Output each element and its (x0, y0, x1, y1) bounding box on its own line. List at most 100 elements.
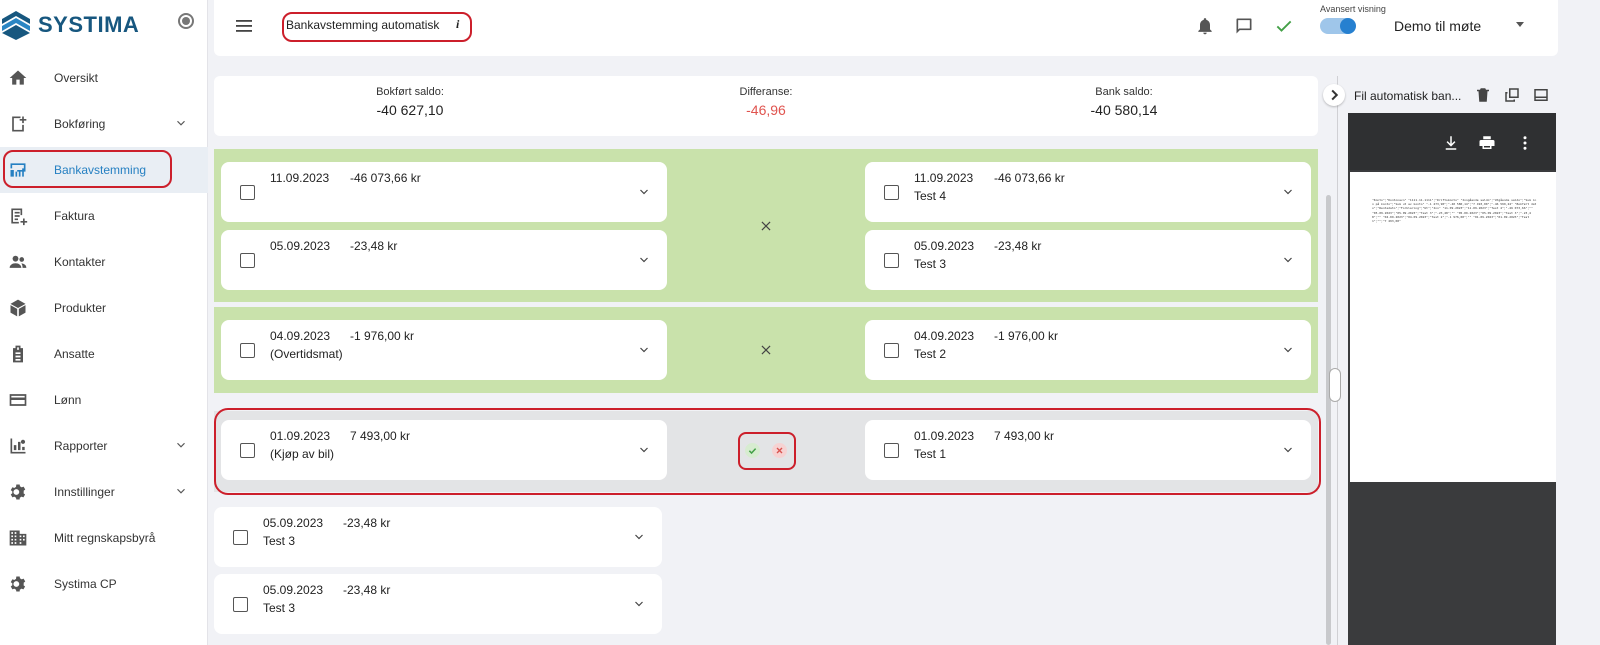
close-icon (776, 447, 783, 454)
row-checkbox[interactable] (884, 343, 899, 358)
scrollbar-thumb[interactable] (1326, 195, 1331, 645)
sidebar-item-label: Innstillinger (54, 485, 115, 499)
row-date: 11.09.2023 (914, 171, 974, 185)
bank-row[interactable]: 05.09.2023 -23,48 kr Test 3 (865, 230, 1311, 290)
row-date: 05.09.2023 (263, 516, 324, 530)
chevron-down-icon[interactable] (633, 598, 645, 610)
ledger-row[interactable]: 05.09.2023 -23,48 kr (221, 230, 667, 290)
more-vertical-icon[interactable] (1516, 134, 1534, 152)
sidebar-item-label: Mitt regnskapsbyrå (54, 531, 156, 545)
chevron-down-icon[interactable] (633, 531, 645, 543)
reject-match-button[interactable] (772, 443, 787, 458)
sidebar-item-oversikt[interactable]: Oversikt (0, 55, 208, 101)
chat-icon[interactable] (1234, 16, 1254, 36)
chevron-down-icon[interactable] (1282, 254, 1294, 266)
row-checkbox[interactable] (233, 597, 248, 612)
download-icon[interactable] (1442, 134, 1460, 152)
ledger-row[interactable]: 04.09.2023 -1 976,00 kr (Overtidsmat) (221, 320, 667, 380)
panel-divider (1337, 76, 1338, 645)
chevron-down-icon[interactable] (174, 484, 188, 498)
bell-icon[interactable] (1195, 16, 1215, 36)
sidebar-item-label: Bokføring (54, 117, 106, 131)
bank-row[interactable]: 11.09.2023 -46 073,66 kr Test 4 (865, 162, 1311, 222)
row-checkbox[interactable] (240, 185, 255, 200)
row-amount: -1 976,00 kr (994, 329, 1059, 343)
chevron-down-icon[interactable] (174, 116, 188, 130)
trash-icon[interactable] (1474, 86, 1492, 104)
row-date: 05.09.2023 (270, 239, 331, 253)
row-amount: -1 976,00 kr (350, 329, 415, 343)
row-date: 05.09.2023 (914, 239, 975, 253)
chevron-down-icon[interactable] (638, 254, 650, 266)
chevron-down-icon[interactable] (1282, 344, 1294, 356)
row-description: Test 3 (263, 601, 296, 615)
sidebar-item-lonn[interactable]: Lønn (0, 377, 208, 423)
sidebar-item-bokforing[interactable]: Bokføring (0, 101, 208, 147)
office-icon (9, 530, 27, 546)
sidebar-item-label: Systima CP (54, 577, 117, 591)
row-description: Test 3 (263, 534, 296, 548)
bank-row[interactable]: 04.09.2023 -1 976,00 kr Test 2 (865, 320, 1311, 380)
accept-match-button[interactable] (745, 443, 760, 458)
chevron-down-icon[interactable] (174, 438, 188, 452)
menu-icon[interactable] (236, 18, 254, 34)
row-checkbox[interactable] (240, 253, 255, 268)
sidebar-item-kontakter[interactable]: Kontakter (0, 239, 208, 285)
balance-summary: Bokført saldo: -40 627,10 Differanse: -4… (214, 76, 1318, 136)
systima-logo-icon (2, 11, 30, 40)
row-amount: -23,48 kr (994, 239, 1042, 253)
reports-icon (10, 438, 26, 454)
collapse-panel-button[interactable] (1323, 84, 1345, 106)
row-description: Test 2 (914, 347, 947, 361)
unmatch-x-icon[interactable] (759, 219, 773, 233)
logo-text: SYSTIMA (38, 12, 140, 37)
unmatched-row[interactable]: 05.09.2023 -23,48 kr Test 3 (214, 507, 662, 567)
sidebar-item-innstillinger[interactable]: Innstillinger (0, 469, 208, 515)
sidebar-item-label: Faktura (54, 209, 95, 223)
company-selector[interactable]: Demo til møte (1394, 18, 1481, 34)
check-icon[interactable] (1274, 16, 1294, 36)
invoice-icon (11, 208, 28, 226)
row-amount: -23,48 kr (343, 583, 391, 597)
caret-down-icon[interactable] (1516, 22, 1524, 27)
sidebar-item-rapporter[interactable]: Rapporter (0, 423, 208, 469)
sidebar-item-mitt-regnskapsbyra[interactable]: Mitt regnskapsbyrå (0, 515, 208, 561)
sidebar-item-faktura[interactable]: Faktura (0, 193, 208, 239)
chevron-down-icon[interactable] (638, 186, 650, 198)
sidebar-item-label: Rapporter (54, 439, 108, 453)
dock-bottom-icon[interactable] (1532, 86, 1550, 104)
unmatched-row[interactable]: 05.09.2023 -23,48 kr Test 3 (214, 574, 662, 634)
sidebar-item-label: Ansatte (54, 347, 95, 361)
logo[interactable]: SYSTIMA (0, 8, 208, 42)
sidebar-item-produkter[interactable]: Produkter (0, 285, 208, 331)
print-icon[interactable] (1478, 134, 1496, 152)
ledger-row[interactable]: 11.09.2023 -46 073,66 kr (221, 162, 667, 222)
sidebar: SYSTIMA Oversikt Bokføring Bankavstemmin… (0, 0, 208, 645)
sidebar-item-systima-cp[interactable]: Systima CP (0, 561, 208, 607)
chevron-down-icon[interactable] (1282, 186, 1294, 198)
row-amount: -23,48 kr (343, 516, 391, 530)
row-checkbox[interactable] (240, 343, 255, 358)
row-checkbox[interactable] (884, 253, 899, 268)
advanced-view-toggle[interactable] (1320, 18, 1356, 34)
row-description: Test 4 (914, 189, 947, 203)
row-checkbox[interactable] (233, 530, 248, 545)
unmatch-x-icon[interactable] (759, 343, 773, 357)
copy-window-icon[interactable] (1503, 86, 1521, 104)
row-checkbox[interactable] (884, 185, 899, 200)
toggle-knob (1340, 18, 1356, 34)
box-icon (10, 299, 26, 317)
difference-value: -46,96 (746, 102, 786, 118)
info-icon[interactable]: i (456, 17, 459, 32)
row-amount: -23,48 kr (350, 239, 398, 253)
bank-balance: Bank saldo: -40 580,14 (1024, 86, 1224, 118)
top-header: Bankavstemming automatisk i Avansert vis… (214, 0, 1558, 56)
advanced-view-label: Avansert visning (1320, 4, 1386, 14)
chevron-down-icon[interactable] (638, 344, 650, 356)
status-dot-icon[interactable] (178, 13, 194, 29)
sidebar-item-ansatte[interactable]: Ansatte (0, 331, 208, 377)
row-description: Test 3 (914, 257, 947, 271)
panel-resize-handle[interactable] (1329, 368, 1341, 402)
file-title: Fil automatisk ban... (1354, 89, 1462, 103)
match-group: 11.09.2023 -46 073,66 kr 05.09.2023 -23,… (214, 149, 1318, 302)
